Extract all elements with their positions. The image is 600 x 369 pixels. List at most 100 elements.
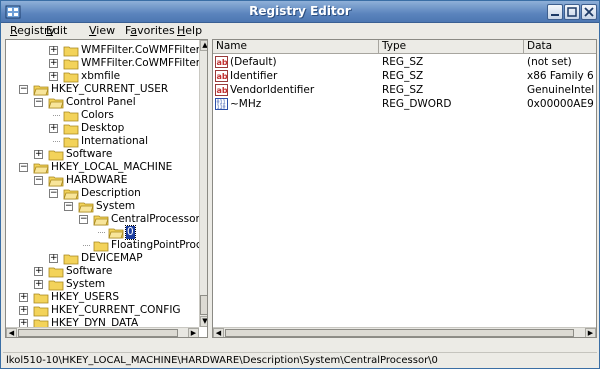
expand-icon[interactable]: + [34, 150, 43, 159]
value-name: ~MHz [230, 98, 262, 110]
tree-node-label: Software [66, 265, 113, 277]
tree-node[interactable]: − HARDWARE [6, 174, 199, 187]
collapse-icon[interactable]: − [34, 98, 43, 107]
column-header-type[interactable]: Type [379, 40, 524, 54]
tree-node-label: International [81, 135, 149, 147]
scroll-left-icon[interactable]: ◀ [6, 328, 17, 337]
folder-icon [33, 293, 49, 304]
expand-icon[interactable]: + [19, 293, 28, 302]
title-bar[interactable]: Registry Editor [1, 1, 599, 23]
tree-node-label: xbmfile [81, 70, 121, 82]
column-header-name[interactable]: Name [213, 40, 379, 54]
value-data: (not set) [527, 56, 572, 68]
string-value-icon: ab [215, 70, 228, 82]
tree-node[interactable]: + Software [6, 265, 199, 278]
key-tree-pane[interactable]: + WMFFilter.CoWMFFilter + WMFFilter.CoWMF… [5, 39, 208, 338]
window-title: Registry Editor [249, 4, 351, 18]
tree-connector [98, 232, 105, 233]
tree-node[interactable]: − Control Panel [6, 96, 199, 109]
tree-node[interactable]: − CentralProcessor [6, 213, 200, 226]
tree-node-label: WMFFilter.CoWMFFilter.1 [81, 57, 208, 69]
minimize-icon [551, 14, 559, 16]
tree-vertical-scrollbar[interactable]: ▲ ▼ [199, 40, 207, 327]
value-row[interactable]: ab VendorIdentifier REG_SZ GenuineIntel [213, 83, 596, 97]
collapse-icon[interactable]: − [19, 163, 28, 172]
value-type: REG_SZ [382, 56, 424, 68]
tree-node-label: CentralProcessor [111, 213, 200, 225]
expand-icon[interactable]: + [49, 254, 58, 263]
svg-text:ab: ab [217, 72, 228, 81]
tree-node-label: HKEY_LOCAL_MACHINE [51, 161, 173, 173]
tree-node-label: Software [66, 148, 113, 160]
tree-node[interactable]: 0 [6, 225, 199, 240]
tree-node[interactable]: + Software [6, 148, 199, 161]
scroll-left-icon[interactable]: ◀ [213, 328, 224, 337]
value-row[interactable]: ab (Default) REG_SZ (not set) [213, 55, 596, 69]
menu-bar: Registry Edit View Favorites Help [1, 23, 599, 39]
folder-icon [48, 280, 64, 291]
tree-node-label: System [96, 200, 136, 212]
menu-help[interactable]: Help [177, 24, 202, 37]
tree-node[interactable]: + WMFFilter.CoWMFFilter [6, 44, 201, 57]
menu-favorites[interactable]: Favorites [125, 24, 175, 37]
expand-icon[interactable]: + [19, 306, 28, 315]
tree-horizontal-scrollbar[interactable]: ◀ ▶ [6, 327, 199, 337]
svg-text:110: 110 [217, 105, 226, 111]
expand-icon[interactable]: + [49, 72, 58, 81]
folder-icon [63, 111, 79, 122]
tree-node-label: WMFFilter.CoWMFFilter [81, 44, 201, 56]
minimize-button[interactable] [547, 4, 563, 20]
menu-edit[interactable]: Edit [46, 24, 67, 37]
expand-icon[interactable]: + [49, 124, 58, 133]
tree-node-label: Description [81, 187, 141, 199]
open-folder-icon [33, 85, 49, 96]
tree-node[interactable]: + WMFFilter.CoWMFFilter.1 [6, 57, 207, 70]
status-bar: lkol510-10\HKEY_LOCAL_MACHINE\HARDWARE\D… [3, 352, 597, 367]
scroll-thumb[interactable] [18, 329, 178, 337]
column-header-data[interactable]: Data [524, 40, 596, 54]
value-row[interactable]: abIdentifier REG_SZ x86 Family 6 Model [213, 69, 596, 83]
expand-icon[interactable]: + [49, 59, 58, 68]
scroll-up-icon[interactable]: ▲ [200, 40, 207, 51]
values-list-pane[interactable]: Name Type Data ab (Default) REG_SZ (not set… [212, 39, 597, 338]
collapse-icon[interactable]: − [64, 202, 73, 211]
tree-node[interactable]: − Description [6, 187, 199, 200]
tree-node[interactable]: + HKEY_CURRENT_CONFIG [6, 304, 199, 317]
scroll-thumb[interactable] [225, 329, 574, 337]
collapse-icon[interactable]: − [19, 85, 28, 94]
collapse-icon[interactable]: − [49, 189, 58, 198]
tree-node[interactable]: + System [6, 278, 199, 291]
collapse-icon[interactable]: − [79, 215, 88, 224]
scroll-thumb[interactable] [200, 295, 207, 315]
scroll-down-icon[interactable]: ▼ [200, 316, 207, 327]
string-value-icon: ab [215, 84, 228, 96]
tree-node-label: Control Panel [66, 96, 136, 108]
scroll-right-icon[interactable]: ▶ [585, 328, 596, 337]
menu-label: elp [185, 24, 203, 37]
tree-node[interactable]: − HKEY_CURRENT_USER [6, 83, 199, 96]
menu-view[interactable]: View [89, 24, 115, 37]
expand-icon[interactable]: + [34, 280, 43, 289]
value-data: 0x00000AE9 (279 [527, 98, 596, 110]
tree-node[interactable]: − System [6, 200, 199, 213]
expand-icon[interactable]: + [34, 267, 43, 276]
open-folder-icon [48, 176, 64, 187]
tree-node[interactable]: Colors [6, 109, 199, 122]
expand-icon[interactable]: + [49, 46, 58, 55]
tree-node-label: System [66, 278, 106, 290]
scroll-right-icon[interactable]: ▶ [188, 328, 199, 337]
tree-node-label: Colors [81, 109, 114, 121]
tree-node[interactable]: + xbmfile [6, 70, 199, 83]
tree-node[interactable]: International [6, 135, 199, 148]
tree-node[interactable]: + Desktop [6, 122, 199, 135]
collapse-icon[interactable]: − [34, 176, 43, 185]
tree-node[interactable]: + HKEY_USERS [6, 291, 199, 304]
tree-node-label: Desktop [81, 122, 125, 134]
tree-node[interactable]: + DEVICEMAP [6, 252, 199, 265]
close-button[interactable] [581, 4, 597, 20]
tree-node[interactable]: FloatingPointProcess [6, 239, 207, 252]
maximize-button[interactable] [564, 4, 580, 20]
value-row[interactable]: 011110~MHz REG_DWORD 0x00000AE9 (279 [213, 97, 596, 111]
tree-node[interactable]: − HKEY_LOCAL_MACHINE [6, 161, 199, 174]
values-horizontal-scrollbar[interactable]: ◀ ▶ [213, 327, 596, 337]
